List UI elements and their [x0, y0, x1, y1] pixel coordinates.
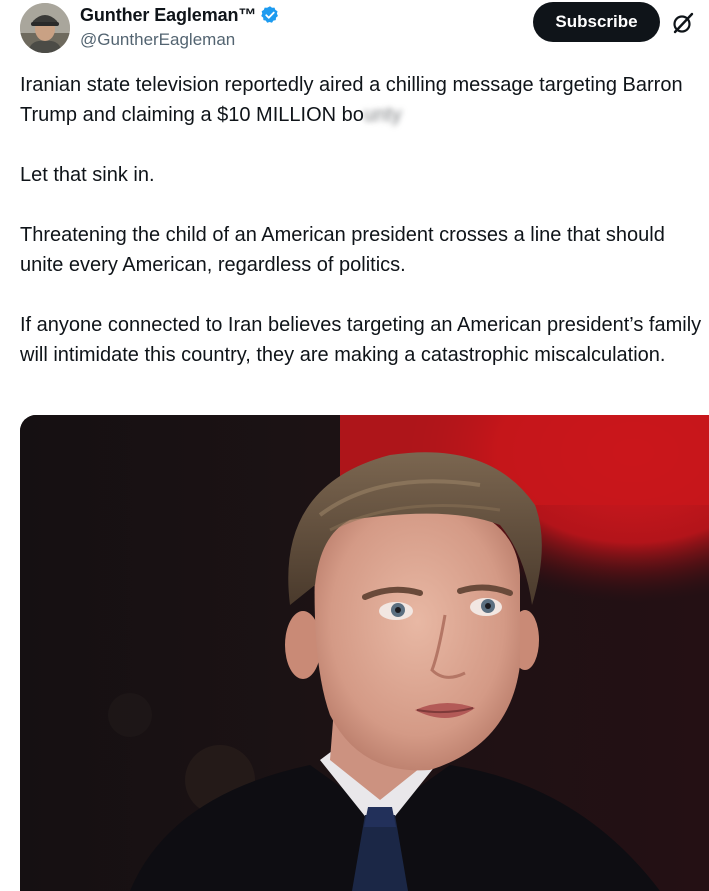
tweet-text: Iranian state television reportedly aire… — [20, 70, 709, 370]
grok-icon[interactable] — [670, 10, 696, 36]
tweet-author: Gunther Eagleman™ @GuntherEagleman — [80, 3, 280, 50]
tweet-paragraph: Threatening the child of an American pre… — [20, 224, 665, 276]
subscribe-button[interactable]: Subscribe — [533, 2, 660, 42]
verified-badge-icon[interactable] — [260, 5, 280, 25]
author-handle[interactable]: @GuntherEagleman — [80, 30, 280, 50]
tweet-paragraph: If anyone connected to Iran believes tar… — [20, 314, 702, 366]
obscured-text: unty — [363, 104, 402, 126]
tweet-paragraph: Iranian state television reportedly aire… — [20, 74, 683, 126]
tweet-paragraph: Let that sink in. — [20, 164, 155, 186]
avatar[interactable] — [20, 3, 70, 53]
tweet-media-photo[interactable] — [20, 415, 709, 891]
author-name[interactable]: Gunther Eagleman™ — [80, 5, 256, 26]
